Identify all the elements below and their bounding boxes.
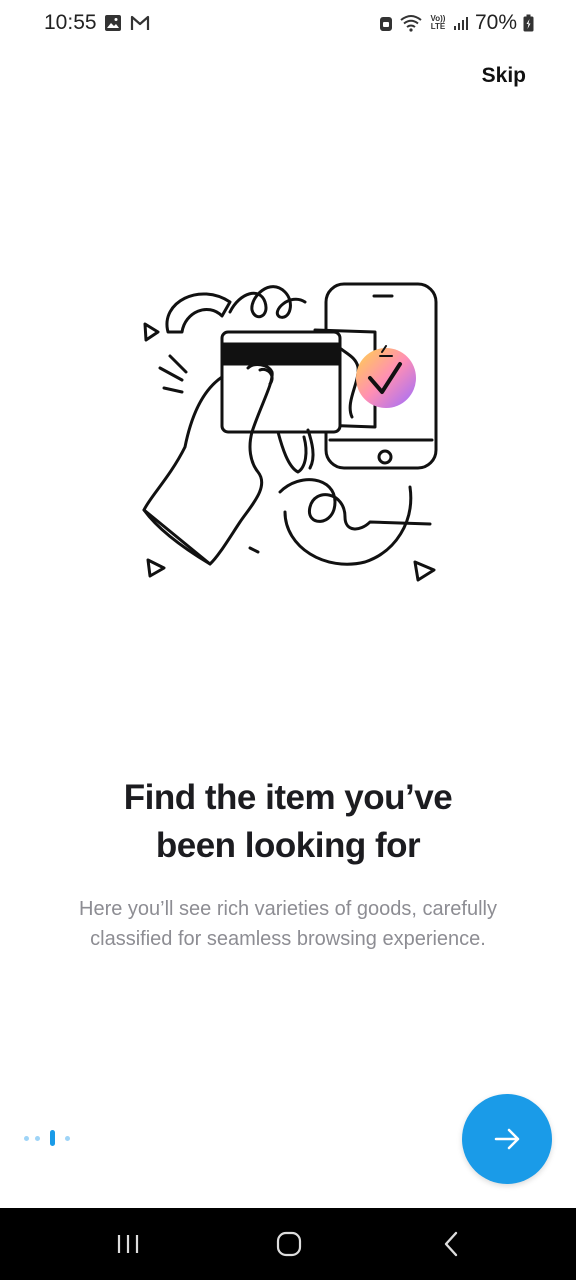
skip-button[interactable]: Skip [482,64,526,88]
card-payment-illustration [142,282,438,582]
navigation-bar [0,1208,576,1280]
title-line-2: been looking for [155,826,421,865]
lock-icon [379,17,392,31]
status-bar: 10:55 Vo)) LTE 70% [0,0,576,48]
signal-icon [453,17,468,30]
title-line-1: Find the item you’ve [123,778,453,817]
home-icon [276,1231,302,1257]
recents-icon [117,1235,139,1253]
page-dot [65,1135,70,1141]
back-button[interactable] [406,1208,496,1280]
page-indicator [24,1130,70,1146]
page-dot [35,1135,40,1141]
page-title: Find the item you’ve been looking for [40,774,536,870]
battery-icon [523,14,534,32]
page-dot [24,1135,29,1141]
page-dot-active [50,1130,55,1146]
gmail-icon [130,15,150,30]
home-button[interactable] [244,1208,334,1280]
page-subtitle: Here you’ll see rich varieties of goods,… [40,894,536,954]
subtitle-line-2: classified for seamless browsing experie… [90,928,486,950]
arrow-right-icon [494,1128,520,1150]
recents-button[interactable] [83,1208,173,1280]
wifi-icon [400,15,422,32]
volte-icon: Vo)) LTE [430,14,446,31]
next-button[interactable] [462,1094,552,1184]
status-time: 10:55 [44,11,97,34]
back-icon [444,1231,458,1257]
battery-percent: 70% [474,11,517,34]
image-icon [105,15,121,31]
subtitle-line-1: Here you’ll see rich varieties of goods,… [79,898,497,920]
